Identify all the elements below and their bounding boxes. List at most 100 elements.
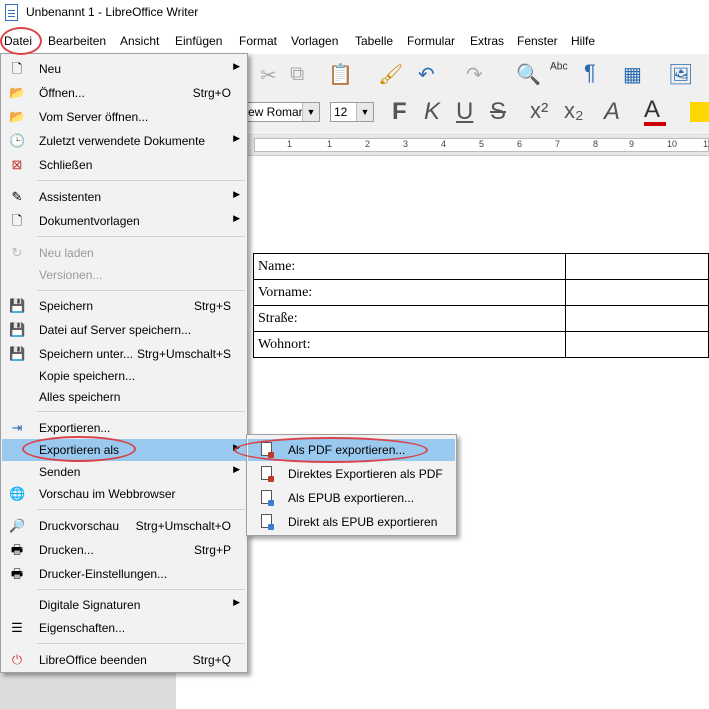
file-menu-dropdown: 🗋 Neu ▶ 📂 Öffnen... Strg+O 📂 Vom Server … [0,53,248,673]
menu-separator [37,290,245,291]
find-replace-icon[interactable]: 🔍 [516,62,541,87]
menu-item-beenden[interactable]: ⏻ LibreOffice beenden Strg+Q [2,649,246,671]
strikethrough-icon[interactable]: S [490,98,506,126]
toolbar-area: ✂ ⧉ 📋 🖌 ↶ ↷ 🔍 ᴬᵇᶜ ¶ ▦ 🖼 ew Roman ▼ 12 ▼ … [244,54,709,132]
cut-icon[interactable]: ✂ [260,63,277,88]
menu-separator [37,509,245,510]
superscript-icon[interactable]: x² [530,98,548,124]
menu-item-zuletzt-verwendet[interactable]: 🕒 Zuletzt verwendete Dokumente ▶ [2,130,246,152]
export-as-submenu: Als PDF exportieren... Direktes Exportie… [246,434,457,536]
menu-formular[interactable]: Formular [407,34,455,48]
menu-item-kopie-speichern[interactable]: Kopie speichern... [2,365,246,387]
export-icon: ⇥ [11,420,23,435]
table-cell[interactable] [564,253,709,280]
chevron-down-icon[interactable]: ▼ [302,103,319,121]
table-row: Straße: [253,305,709,332]
menu-item-drucker-einstellungen[interactable]: 🖶 Drucker-Einstellungen... [2,563,246,585]
menu-item-shortcut: Strg+Umschalt+S [136,347,231,361]
insert-table-icon[interactable]: ▦ [623,62,642,87]
menu-datei[interactable]: Datei [4,34,32,48]
ruler-number: 3 [403,139,409,149]
menu-item-drucken[interactable]: 🖶 Drucken... Strg+P [2,539,246,561]
menu-item-label: Speichern [39,299,94,313]
table-cell[interactable] [564,279,709,306]
menu-item-label: Direktes Exportieren als PDF [288,467,443,481]
chevron-down-icon[interactable]: ▼ [356,103,373,121]
menu-item-exportieren[interactable]: ⇥ Exportieren... [2,417,246,439]
menu-item-schliessen[interactable]: ⊠ Schließen [2,154,246,176]
menu-item-label: Kopie speichern... [39,369,136,383]
menu-item-als-epub-exportieren[interactable]: Als EPUB exportieren... [248,487,455,509]
menu-item-exportieren-als[interactable]: Exportieren als ▶ [2,439,246,461]
table-row: Wohnort: [253,331,709,358]
menu-item-alles-speichern[interactable]: Alles speichern [2,386,246,408]
underline-icon[interactable]: U [456,98,473,126]
table-cell[interactable]: Wohnort: [253,331,566,358]
menu-item-label: Digitale Signaturen [39,598,141,612]
clear-formatting-icon[interactable]: A [604,98,620,126]
highlighting-color-icon[interactable] [690,102,709,122]
menu-item-als-pdf-exportieren[interactable]: Als PDF exportieren... [248,439,455,461]
spellcheck-icon[interactable]: ᴬᵇᶜ [550,60,568,77]
redo-icon[interactable]: ↷ [466,62,483,87]
menu-item-speichern-unter[interactable]: 💾 Speichern unter... Strg+Umschalt+S [2,343,246,365]
wizard-icon: ✎ [11,189,23,204]
menu-item-dokumentvorlagen[interactable]: 🗋 Dokumentvorlagen ▶ [2,210,246,232]
ruler-number: 2 [365,139,371,149]
italic-icon[interactable]: K [424,98,440,126]
table-cell[interactable]: Vorname: [253,279,566,306]
font-name-combo[interactable]: ew Roman ▼ [244,102,320,122]
menu-item-direkt-pdf[interactable]: Direktes Exportieren als PDF [248,463,455,485]
menu-item-neu[interactable]: 🗋 Neu ▶ [2,58,246,80]
menu-item-digitale-signaturen[interactable]: Digitale Signaturen ▶ [2,594,246,616]
title-bar: Unbenannt 1 - LibreOffice Writer [0,0,709,28]
horizontal-ruler[interactable]: 1 1 2 3 4 5 6 7 8 9 10 11 [248,133,709,156]
menu-vorlagen[interactable]: Vorlagen [291,34,338,48]
formatting-marks-icon[interactable]: ¶ [584,60,596,86]
menu-bar: Datei Bearbeiten Ansicht Einfügen Format… [0,29,709,53]
insert-image-icon[interactable]: 🖼 [668,62,693,87]
menu-einfuegen[interactable]: Einfügen [175,34,222,48]
menu-bearbeiten[interactable]: Bearbeiten [48,34,106,48]
ruler-scale: 1 1 2 3 4 5 6 7 8 9 10 11 [254,138,709,152]
undo-icon[interactable]: ↶ [418,62,435,87]
table-cell[interactable]: Name: [253,253,566,280]
menu-ansicht[interactable]: Ansicht [120,34,159,48]
menu-item-label: Als EPUB exportieren... [288,491,415,505]
copy-icon[interactable]: ⧉ [290,63,304,86]
menu-item-assistenten[interactable]: ✎ Assistenten ▶ [2,186,246,208]
document-page[interactable] [176,156,709,709]
menu-item-vom-server-oeffnen[interactable]: 📂 Vom Server öffnen... [2,106,246,128]
table-cell[interactable] [564,305,709,332]
subscript-icon[interactable]: x₂ [564,98,584,124]
document-table[interactable]: Name: Vorname: Straße: Wohnort: [253,253,709,358]
menu-format[interactable]: Format [239,34,277,48]
writer-document-icon [5,4,18,21]
menu-separator [37,643,245,644]
menu-item-eigenschaften[interactable]: ☰ Eigenschaften... [2,617,246,639]
bold-icon[interactable]: F [392,98,407,126]
menu-item-direkt-epub[interactable]: Direkt als EPUB exportieren [248,511,455,533]
table-cell[interactable]: Straße: [253,305,566,332]
save-icon: 💾 [9,298,26,313]
menu-fenster[interactable]: Fenster [517,34,558,48]
menu-item-senden[interactable]: Senden ▶ [2,461,246,483]
menu-item-speichern[interactable]: 💾 Speichern Strg+S [2,295,246,317]
table-cell[interactable] [564,331,709,358]
menu-item-druckvorschau[interactable]: 🔎 Druckvorschau Strg+Umschalt+O [2,515,246,537]
menu-item-label: Alles speichern [39,390,121,404]
menu-item-label: Senden [39,465,81,479]
menu-tabelle[interactable]: Tabelle [355,34,393,48]
menu-item-auf-server-speichern[interactable]: 💾 Datei auf Server speichern... [2,319,246,341]
font-color-icon[interactable]: A [644,96,660,124]
ruler-number: 7 [555,139,561,149]
menu-extras[interactable]: Extras [470,34,504,48]
menu-separator [37,411,245,412]
font-size-combo[interactable]: 12 ▼ [330,102,374,122]
menu-item-oeffnen[interactable]: 📂 Öffnen... Strg+O [2,82,246,104]
paste-icon[interactable]: 📋 [328,62,353,87]
clone-formatting-icon[interactable]: 🖌 [378,62,403,87]
menu-item-label: Direkt als EPUB exportieren [288,515,438,529]
menu-item-vorschau-webbrowser[interactable]: 🌐 Vorschau im Webbrowser [2,483,246,505]
menu-hilfe[interactable]: Hilfe [571,34,595,48]
